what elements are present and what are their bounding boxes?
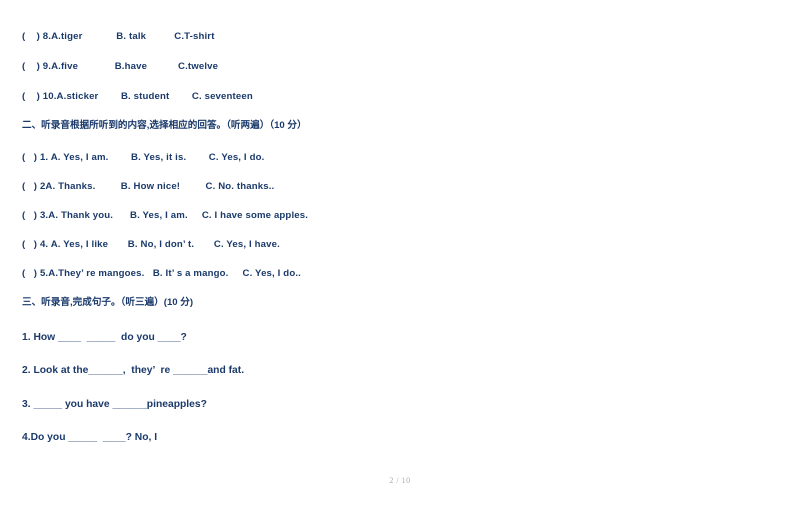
- list-item: ( ) 1. A. Yes, I am. B. Yes, it is. C. Y…: [22, 151, 265, 163]
- list-item: ( ) 3.A. Thank you. B. Yes, I am. C. I h…: [22, 210, 309, 222]
- list-item: ( ) 4. A. Yes, I like B. No, I don’ t. C…: [22, 239, 280, 251]
- list-item: 2. Look at the______, they’ re ______and…: [22, 365, 245, 377]
- list-item: ( ) 10.A.sticker B. student C. seventeen: [22, 90, 253, 102]
- document-page: ( ) 8.A.tiger B. talk C.T-shirt ( ) 9.A.…: [0, 0, 800, 518]
- list-item: 4.Do you _____ ____? No, I: [22, 431, 158, 443]
- list-item: ( ) 9.A.five B.have C.twelve: [22, 60, 219, 72]
- list-item: 3. _____ you have ______pineapples?: [22, 398, 207, 410]
- list-item: 1. How ____ _____ do you ____?: [22, 332, 187, 343]
- document-body: ( ) 8.A.tiger B. talk C.T-shirt ( ) 9.A.…: [22, 32, 622, 466]
- list-item: ( ) 2A. Thanks. B. How nice! C. No. than…: [22, 181, 275, 193]
- section-two: 二、听录音根据所听到的内容,选择相应的回答。（听两遍）（10 分） ( ) 1.…: [22, 121, 622, 279]
- section-two-heading: 二、听录音根据所听到的内容,选择相应的回答。（听两遍）（10 分）: [22, 120, 307, 132]
- page-number: 2 / 10: [389, 476, 411, 485]
- section-one-continued: ( ) 8.A.tiger B. talk C.T-shirt ( ) 9.A.…: [22, 32, 622, 101]
- list-item: ( ) 5.A.They’ re mangoes. B. It’ s a man…: [22, 268, 301, 280]
- list-item: ( ) 8.A.tiger B. talk C.T-shirt: [22, 31, 215, 42]
- section-three-heading: 三、听录音,完成句子。（听三遍）(10 分): [22, 297, 194, 309]
- section-three: 三、听录音,完成句子。（听三遍）(10 分) 1. How ____ _____…: [22, 298, 622, 443]
